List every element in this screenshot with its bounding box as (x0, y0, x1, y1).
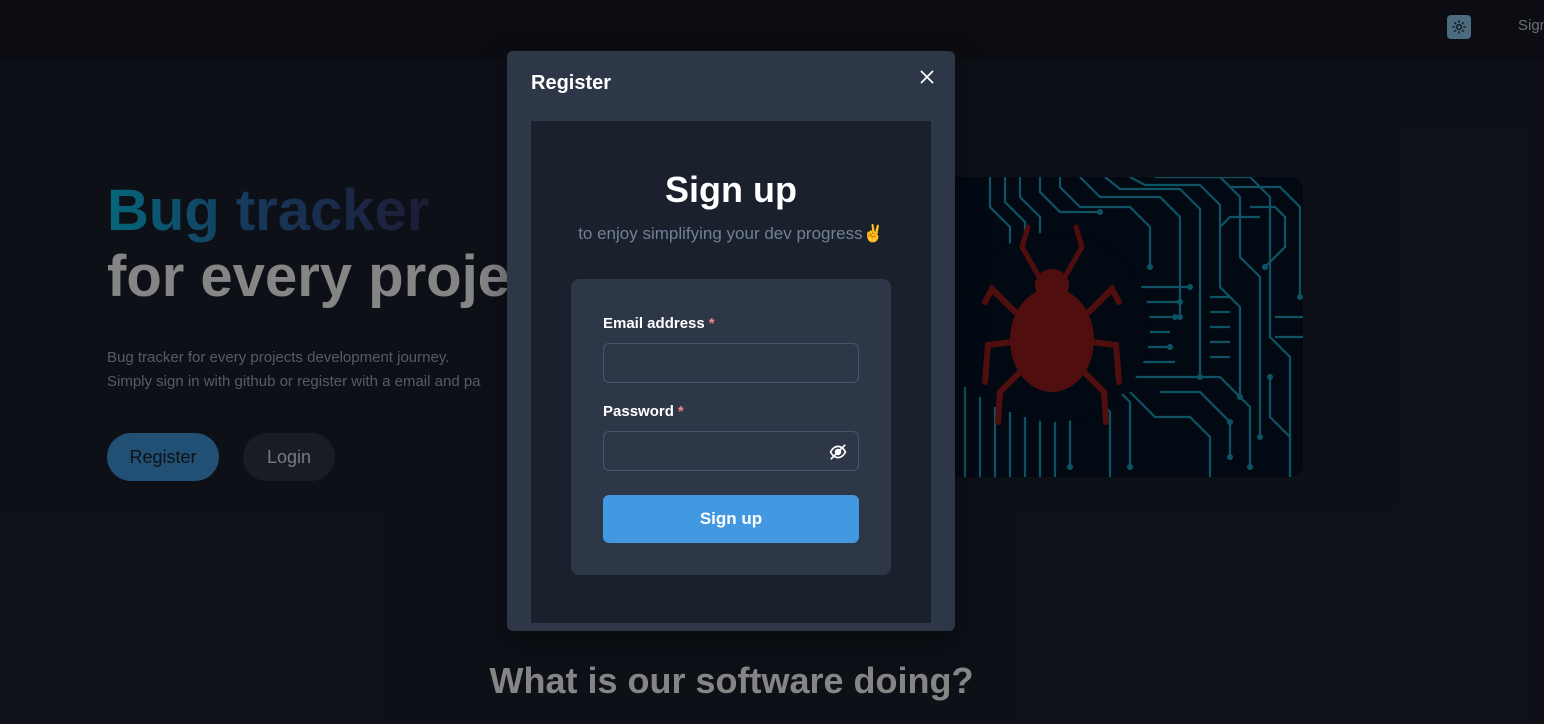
password-label-text: Password (603, 403, 674, 420)
email-label-text: Email address (603, 315, 705, 332)
modal-title: Register (531, 72, 612, 94)
signup-heading: Sign up (665, 169, 797, 210)
password-label: Password * (603, 403, 684, 420)
password-field[interactable] (603, 431, 859, 471)
close-button[interactable] (915, 65, 939, 89)
required-marker: * (677, 403, 684, 420)
register-modal: Register Sign up to enjoy simplifying yo… (507, 51, 955, 631)
signup-subtitle: to enjoy simplifying your dev progress✌️ (578, 224, 884, 243)
signup-form: Email address * Password * Sign up (571, 279, 891, 575)
eye-off-icon (829, 444, 847, 460)
email-field[interactable] (603, 343, 859, 383)
email-label: Email address * (603, 315, 715, 332)
signup-submit-button[interactable]: Sign up (603, 495, 859, 543)
required-marker: * (708, 315, 715, 332)
toggle-password-visibility-button[interactable] (827, 441, 849, 463)
modal-body: Sign up to enjoy simplifying your dev pr… (531, 121, 931, 623)
close-icon (920, 70, 934, 84)
